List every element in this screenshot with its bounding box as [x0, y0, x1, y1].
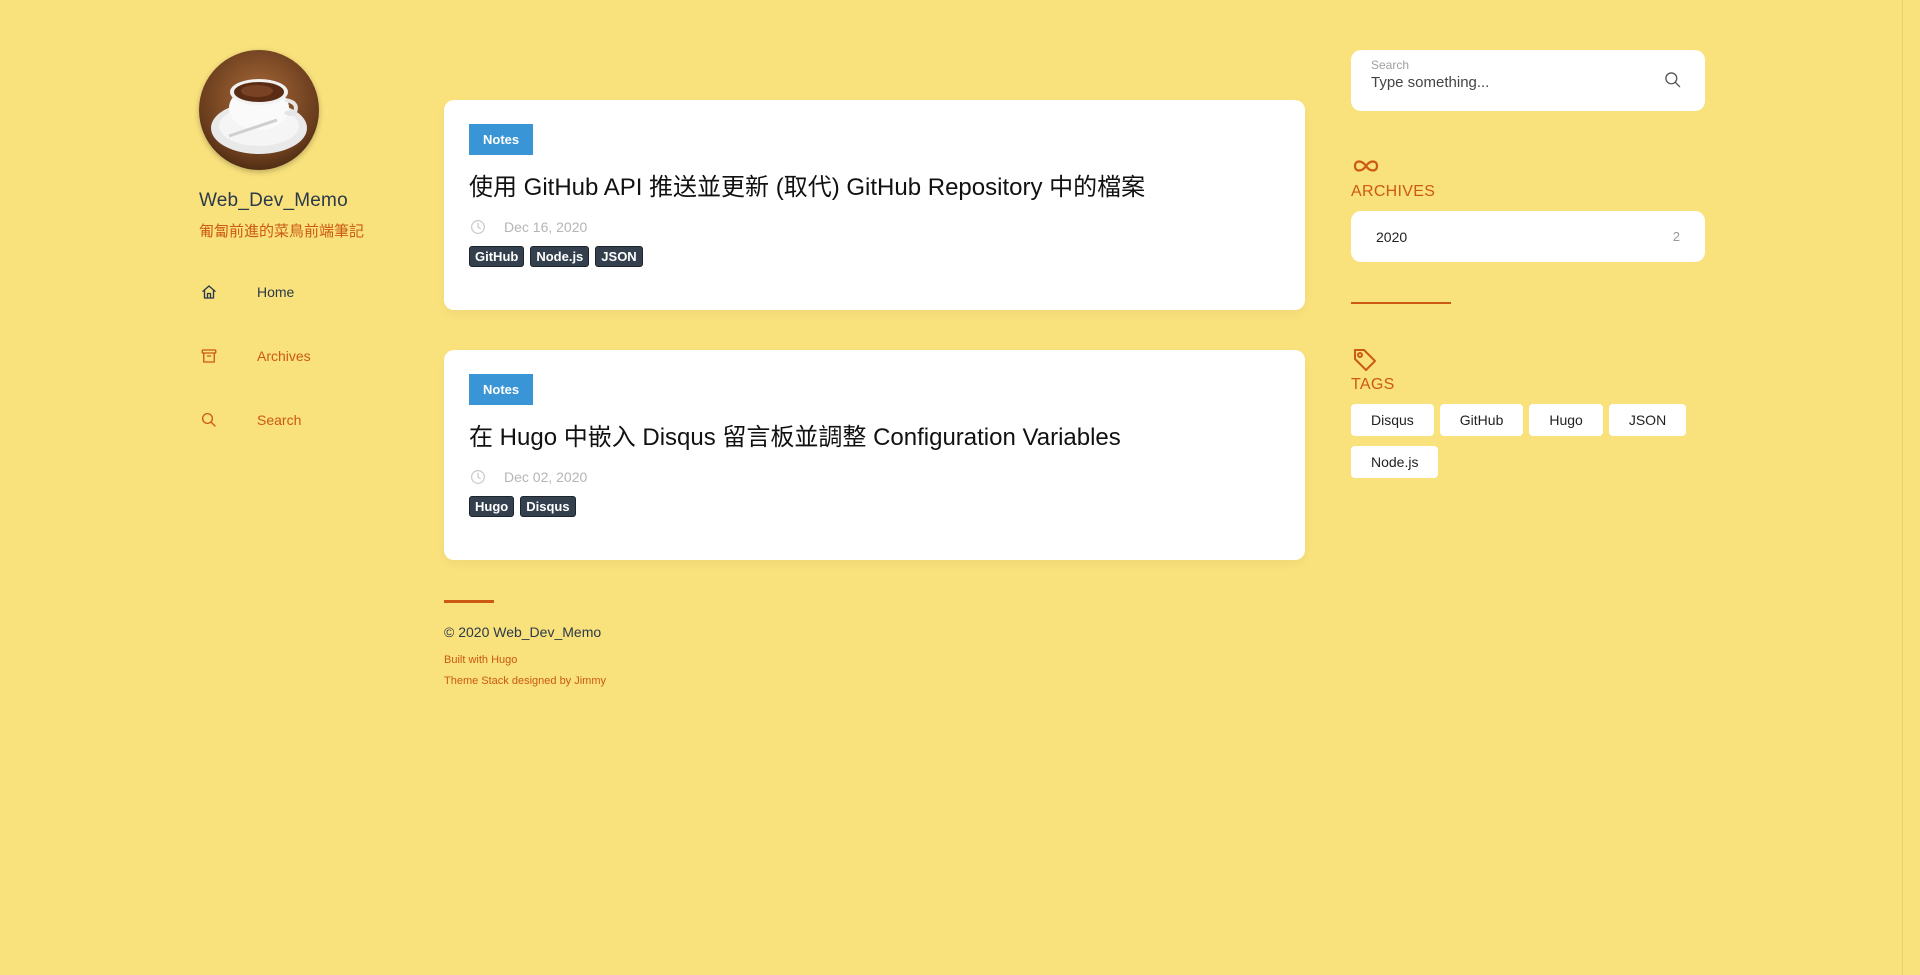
post-meta: Dec 16, 2020	[469, 218, 1280, 236]
widget-divider	[1351, 302, 1451, 304]
home-icon	[199, 282, 219, 302]
site-description: 匍匐前進的菜鳥前端筆記	[199, 223, 365, 240]
archive-count: 2	[1672, 229, 1680, 244]
main-menu: Home Archives Search	[199, 281, 419, 431]
search-form: Search	[1351, 50, 1705, 111]
archives-widget: ARCHIVES 2020 2	[1351, 153, 1705, 304]
post-date: Dec 02, 2020	[504, 469, 588, 485]
tag-chip[interactable]: Disqus	[520, 496, 576, 517]
tag-chip[interactable]: JSON	[595, 246, 643, 267]
tag-chip[interactable]: Node.js	[530, 246, 590, 267]
tag-icon	[1351, 346, 1381, 372]
menu-item-home[interactable]: Home	[199, 281, 419, 303]
tags-title: TAGS	[1351, 376, 1395, 393]
menu-item-label: Home	[257, 284, 295, 300]
tag-cloud-item[interactable]: Hugo	[1529, 404, 1603, 436]
copyright: © 2020 Web_Dev_Memo	[444, 624, 602, 640]
main-content: Notes 使用 GitHub API 推送並更新 (取代) GitHub Re…	[444, 100, 1305, 692]
tag-chip[interactable]: Hugo	[469, 496, 515, 517]
tag-chip[interactable]: GitHub	[469, 246, 525, 267]
category-badge[interactable]: Notes	[469, 374, 534, 405]
search-input[interactable]	[1371, 74, 1631, 91]
post-card[interactable]: Notes 使用 GitHub API 推送並更新 (取代) GitHub Re…	[444, 100, 1305, 310]
theme-credit-link[interactable]: Theme Stack designed by Jimmy	[444, 671, 1305, 692]
page: Web_Dev_Memo 匍匐前進的菜鳥前端筆記 Home Archives S…	[0, 0, 1920, 975]
site-footer: © 2020 Web_Dev_Memo Built with Hugo Them…	[444, 600, 1305, 692]
archive-year: 2020	[1376, 228, 1408, 245]
search-label: Search	[1371, 58, 1410, 72]
post-title[interactable]: 使用 GitHub API 推送並更新 (取代) GitHub Reposito…	[469, 167, 1280, 202]
search-icon[interactable]	[1663, 70, 1683, 90]
archive-box-icon	[199, 346, 219, 366]
left-sidebar: Web_Dev_Memo 匍匐前進的菜鳥前端筆記 Home Archives S…	[199, 50, 419, 473]
post-card[interactable]: Notes 在 Hugo 中嵌入 Disqus 留言板並調整 Configura…	[444, 350, 1305, 560]
menu-item-archives[interactable]: Archives	[199, 345, 419, 367]
archives-title: ARCHIVES	[1351, 183, 1436, 200]
tag-cloud-item[interactable]: Node.js	[1351, 446, 1439, 478]
clock-icon	[469, 468, 487, 486]
footer-divider	[444, 600, 494, 603]
menu-item-label: Search	[257, 412, 302, 428]
menu-item-search[interactable]: Search	[199, 409, 419, 431]
tag-cloud-item[interactable]: Disqus	[1351, 404, 1434, 436]
tag-cloud-item[interactable]: JSON	[1608, 404, 1687, 436]
archive-year-item[interactable]: 2020 2	[1351, 211, 1705, 262]
avatar[interactable]	[199, 50, 319, 170]
post-meta: Dec 02, 2020	[469, 468, 1280, 486]
scrollbar[interactable]	[1902, 0, 1920, 975]
tags-widget: TAGS Disqus GitHub Hugo JSON Node.js	[1351, 346, 1705, 478]
footer-credits: Built with Hugo Theme Stack designed by …	[444, 650, 1305, 692]
scrollbar-thumb[interactable]	[1906, 0, 1916, 975]
clock-icon	[469, 218, 487, 236]
site-name[interactable]: Web_Dev_Memo	[199, 190, 419, 212]
post-title[interactable]: 在 Hugo 中嵌入 Disqus 留言板並調整 Configuration V…	[469, 417, 1280, 452]
post-tags: Hugo Disqus	[469, 496, 1280, 517]
search-icon	[199, 410, 219, 430]
tag-cloud: Disqus GitHub Hugo JSON Node.js	[1351, 404, 1705, 478]
post-date: Dec 16, 2020	[504, 219, 588, 235]
menu-item-label: Archives	[257, 348, 311, 364]
tag-cloud-item[interactable]: GitHub	[1439, 404, 1524, 436]
built-with-link[interactable]: Built with Hugo	[444, 650, 1305, 671]
right-sidebar: Search ARCHIVES 2020 2	[1351, 50, 1705, 478]
infinity-icon	[1351, 153, 1381, 179]
category-badge[interactable]: Notes	[469, 124, 534, 155]
post-tags: GitHub Node.js JSON	[469, 246, 1280, 267]
